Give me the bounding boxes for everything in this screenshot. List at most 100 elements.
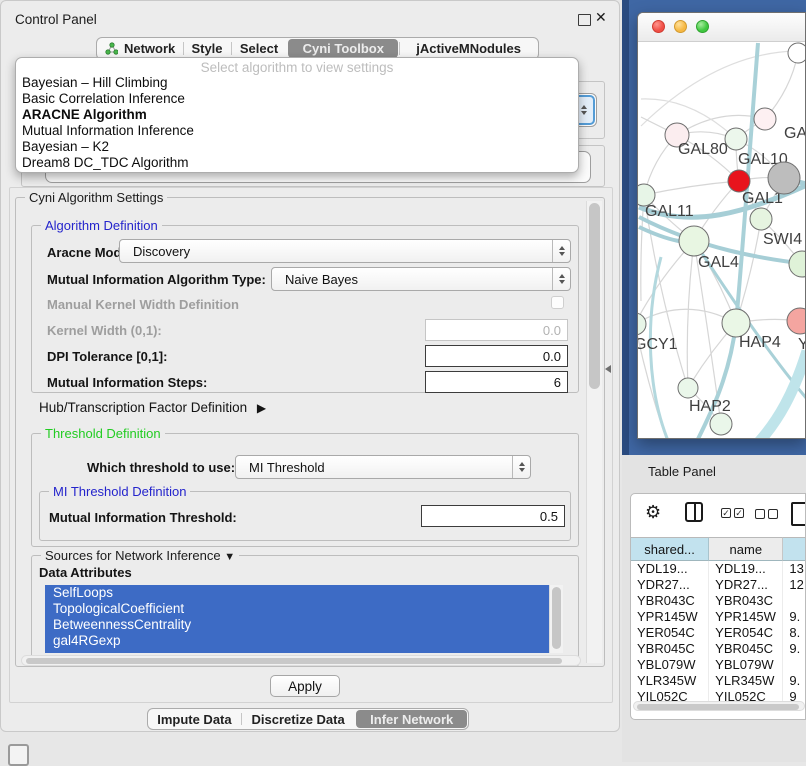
node-salmon[interactable] (787, 308, 806, 334)
settings-horizontal-scrollbar-thumb[interactable] (26, 658, 562, 664)
tab-jactivemnodules[interactable]: jActiveMNodules (399, 38, 538, 59)
network-canvas[interactable]: GALGAL80GAL10GAL1GAL11SWI4GAL4GCY1HAP4YH… (638, 41, 806, 439)
table-cell[interactable]: YER054C (631, 625, 709, 641)
table-cell[interactable] (783, 593, 806, 609)
table-cell[interactable]: YBR043C (709, 593, 783, 609)
table-cell[interactable]: 9. (783, 609, 806, 625)
panel-splitter-handle[interactable] (605, 365, 611, 373)
node-gal1[interactable] (728, 170, 750, 192)
table-cell[interactable]: YPR145W (631, 609, 709, 625)
node-gal10[interactable] (725, 128, 747, 150)
data-attribute-item[interactable]: TopologicalCoefficient (45, 601, 549, 617)
settings-horizontal-scrollbar[interactable] (21, 655, 581, 666)
table-cell[interactable]: YER054C (709, 625, 783, 641)
attributes-list-scrollbar[interactable] (549, 585, 563, 653)
hub-tf-disclosure[interactable]: Hub/Transcription Factor Definition ▶ (39, 400, 266, 415)
tab-style[interactable]: Style (183, 38, 231, 59)
table-row[interactable]: YLR345WYLR345W9. (631, 673, 806, 689)
data-attribute-item[interactable]: gal4RGexp (45, 633, 549, 649)
mi-type-combobox[interactable]: Naive Bayes (271, 267, 571, 291)
combo-stepper-icon[interactable] (552, 268, 570, 290)
table-cell[interactable] (783, 657, 806, 673)
table-cell[interactable]: YDL19... (631, 561, 709, 577)
table-cell[interactable]: YPR145W (709, 609, 783, 625)
table-horizontal-scrollbar[interactable] (633, 701, 805, 711)
algorithm-option[interactable]: Basic Correlation Inference (16, 91, 578, 107)
algorithm-option[interactable]: ARACNE Algorithm (16, 107, 578, 123)
table-cell[interactable]: YBL079W (709, 657, 783, 673)
close-icon[interactable]: ✕ (595, 9, 607, 26)
node-swi4[interactable] (750, 208, 772, 230)
network-window-titlebar[interactable] (638, 13, 805, 42)
apply-button[interactable]: Apply (270, 675, 340, 697)
dpi-tolerance-field[interactable]: 0.0 (425, 345, 568, 367)
deselect-checks-icon[interactable] (755, 509, 778, 519)
algorithm-option[interactable]: Bayesian – K2 (16, 139, 578, 155)
attributes-list-scrollbar-thumb[interactable] (552, 587, 561, 649)
node-gray[interactable] (768, 162, 800, 194)
node-gcy1[interactable] (638, 313, 646, 335)
tab-infer-network[interactable]: Infer Network (356, 710, 467, 728)
table-cell[interactable]: YLR345W (709, 673, 783, 689)
node-hap4[interactable] (722, 309, 750, 337)
tab-network[interactable]: Network (97, 38, 183, 59)
node-green-right[interactable] (789, 251, 806, 277)
table-cell[interactable]: YLR345W (631, 673, 709, 689)
table-row[interactable]: YBR043CYBR043C (631, 593, 806, 609)
table-row[interactable]: YBL079WYBL079W (631, 657, 806, 673)
table-cell[interactable]: YDR27... (709, 577, 783, 593)
settings-vertical-scrollbar[interactable] (586, 201, 602, 663)
combo-stepper-icon[interactable] (552, 240, 570, 262)
algorithm-option[interactable]: Dream8 DC_TDC Algorithm (16, 155, 578, 171)
settings-vertical-scrollbar-thumb[interactable] (589, 203, 600, 389)
gear-icon[interactable]: ⚙ (645, 503, 661, 521)
node-top-partial[interactable] (788, 43, 806, 63)
data-attribute-item[interactable]: BetweennessCentrality (45, 617, 549, 633)
float-window-icon[interactable] (578, 14, 591, 26)
table-row[interactable]: YBR045CYBR045C9. (631, 641, 806, 657)
split-columns-icon[interactable] (685, 502, 703, 522)
table-row[interactable]: YDL19...YDL19...13 (631, 561, 806, 577)
table-cell[interactable]: 12 (783, 577, 806, 593)
select-all-checks-icon[interactable]: ✓✓ (721, 508, 744, 518)
combo-stepper-icon[interactable] (512, 456, 530, 478)
table-cell[interactable]: 9. (783, 641, 806, 657)
minimized-panel-icon[interactable] (8, 744, 29, 766)
table-cell[interactable]: 8. (783, 625, 806, 641)
node-gal-top[interactable] (754, 108, 776, 130)
table-row[interactable]: YDR27...YDR27...12 (631, 577, 806, 593)
tab-discretize-data[interactable]: Discretize Data (241, 709, 356, 729)
node-hap2[interactable] (678, 378, 698, 398)
tab-impute-data[interactable]: Impute Data (148, 709, 241, 729)
column-header[interactable]: name (709, 537, 783, 561)
table-cell[interactable]: YBR043C (631, 593, 709, 609)
table-row[interactable]: YPR145WYPR145W9. (631, 609, 806, 625)
table-horizontal-scrollbar-thumb[interactable] (637, 704, 799, 710)
table-cell[interactable]: 13 (783, 561, 806, 577)
mi-threshold-field[interactable]: 0.5 (421, 505, 565, 527)
node-bottom[interactable] (710, 413, 732, 435)
algorithm-option[interactable]: Bayesian – Hill Climbing (16, 75, 578, 91)
table-sheet-icon[interactable] (791, 502, 806, 526)
algorithm-option[interactable]: Mutual Information Inference (16, 123, 578, 139)
tab-select[interactable]: Select (231, 38, 287, 59)
table-cell[interactable]: 9. (783, 673, 806, 689)
table-cell[interactable]: YBR045C (709, 641, 783, 657)
which-threshold-combobox[interactable]: MI Threshold (235, 455, 531, 479)
table-cell[interactable]: YBR045C (631, 641, 709, 657)
column-header[interactable] (783, 537, 806, 561)
column-header[interactable]: shared... (631, 537, 709, 561)
mi-steps-field[interactable]: 6 (425, 371, 568, 393)
kernel-width-field[interactable]: 0.0 (425, 319, 568, 341)
manual-kernel-checkbox[interactable] (551, 296, 564, 309)
sources-group-title[interactable]: Sources for Network Inference ▼ (41, 548, 239, 563)
close-traffic-light[interactable] (652, 20, 665, 33)
table-row[interactable]: YER054CYER054C8. (631, 625, 806, 641)
table-cell[interactable]: YDL19... (709, 561, 783, 577)
zoom-traffic-light[interactable] (696, 20, 709, 33)
tab-cyni-toolbox[interactable]: Cyni Toolbox (288, 39, 398, 58)
node-gal4[interactable] (679, 226, 709, 256)
minimize-traffic-light[interactable] (674, 20, 687, 33)
table-cell[interactable]: YBL079W (631, 657, 709, 673)
table-cell[interactable]: YDR27... (631, 577, 709, 593)
